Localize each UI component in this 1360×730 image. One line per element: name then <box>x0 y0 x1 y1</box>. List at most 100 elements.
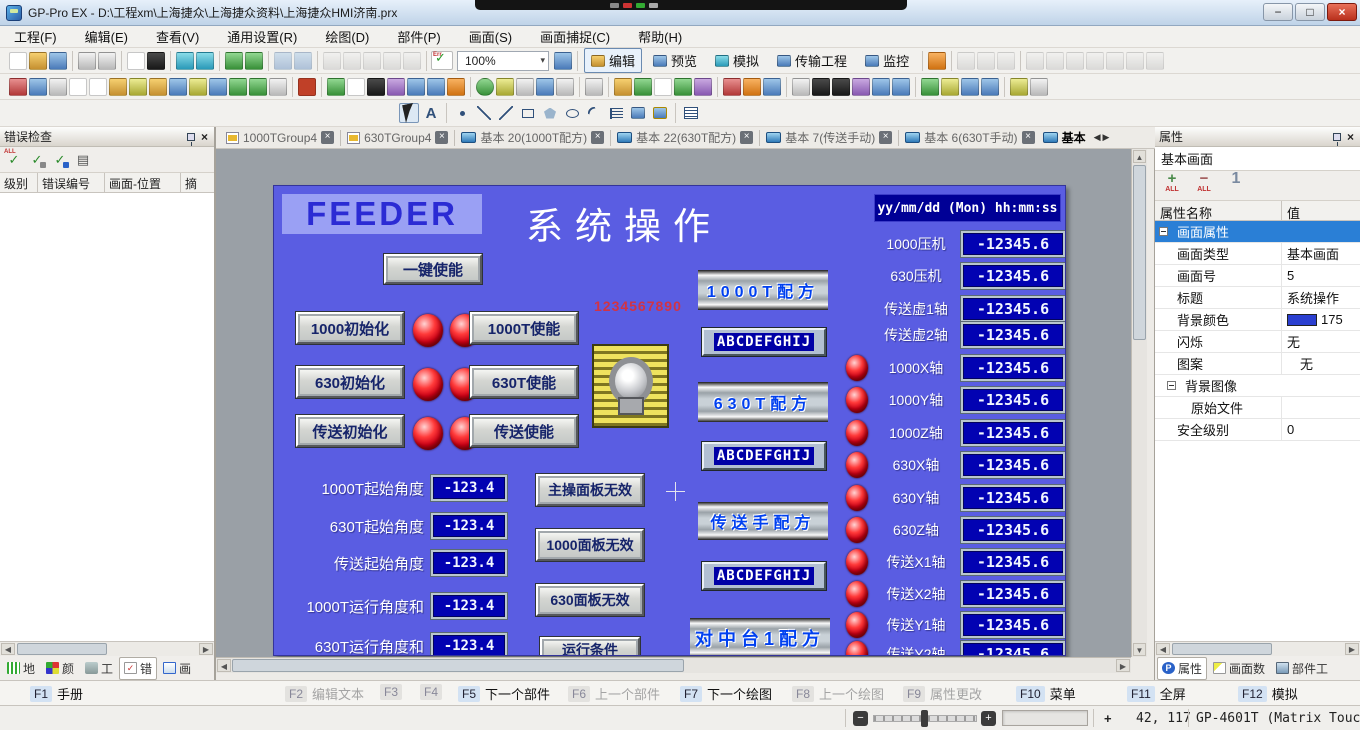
preview-image-icon[interactable] <box>554 52 572 70</box>
close-button[interactable]: × <box>1327 3 1357 21</box>
copy-icon[interactable] <box>343 52 361 70</box>
fkey-f7[interactable]: F7下一个绘图 <box>680 684 772 703</box>
table-tool-icon[interactable] <box>681 103 701 123</box>
property-row-background-color[interactable]: 背景颜色 175 <box>1155 309 1360 331</box>
grid-icon[interactable] <box>556 78 574 96</box>
time-settings-icon[interactable] <box>169 78 187 96</box>
scroll-right-icon[interactable]: ▶ <box>199 643 213 655</box>
scroll-left-icon[interactable]: ◀ <box>1156 643 1170 655</box>
screen-capture-icon[interactable] <box>147 52 165 70</box>
numeric-display[interactable]: -12345.6 <box>960 230 1066 258</box>
enable-1000t-button[interactable]: 1000T使能 <box>470 312 578 344</box>
tab-error[interactable]: ✓错 <box>119 657 157 680</box>
global-search-1-icon[interactable] <box>229 78 247 96</box>
collapse-icon[interactable] <box>1167 381 1176 390</box>
tab-base7[interactable]: 基本 7(传送手动)× <box>762 127 896 148</box>
property-row[interactable]: 画面类型基本画面 <box>1155 243 1360 265</box>
error-check-icon[interactable]: Err✓ <box>431 51 453 70</box>
close-tab-icon[interactable]: × <box>740 131 753 144</box>
menu-view[interactable]: 查看(V) <box>142 24 213 49</box>
symbol-jar-icon[interactable] <box>149 78 167 96</box>
run-condition-button[interactable]: 运行条件 <box>540 637 640 656</box>
fkey-f1[interactable]: F1手册 <box>30 684 83 703</box>
minimize-button[interactable]: − <box>1263 3 1293 21</box>
parts-list-icon[interactable] <box>49 78 67 96</box>
check-all-icon[interactable]: ALL✓ <box>4 150 24 169</box>
rotate-icon[interactable] <box>1066 52 1084 70</box>
numeric-display[interactable]: -12345.6 <box>960 611 1066 639</box>
zoom-in-button[interactable]: + <box>981 711 996 726</box>
property-row[interactable]: 闪烁无 <box>1155 331 1360 353</box>
calendar-icon[interactable] <box>536 78 554 96</box>
ellipse-tool-icon[interactable] <box>562 103 582 123</box>
canvas-vscrollbar[interactable]: ▲ ▼ <box>1131 149 1147 657</box>
close-tab-icon[interactable]: × <box>321 131 334 144</box>
panel-1000-invalid-button[interactable]: 1000面板无效 <box>536 529 644 561</box>
property-row-screen-attributes[interactable]: 画面属性 <box>1155 221 1360 243</box>
init-transfer-button[interactable]: 传送初始化 <box>296 415 404 447</box>
editor-canvas[interactable]: FEEDER 系统操作 yy/mm/dd (Mon) hh:mm:ss 一键使能… <box>216 149 1131 657</box>
tab-address[interactable]: 地 <box>2 657 40 680</box>
indicator-lamp-widget[interactable] <box>592 344 669 428</box>
init-630-button[interactable]: 630初始化 <box>296 366 404 398</box>
scroll-left-icon[interactable]: ◀ <box>217 659 231 672</box>
scroll-left-icon[interactable]: ◀ <box>1 643 15 655</box>
menu-parts[interactable]: 部件(P) <box>383 24 454 49</box>
numeric-display[interactable]: -12345.6 <box>960 548 1066 576</box>
property-row[interactable]: 原始文件 <box>1155 397 1360 419</box>
fkey-f4[interactable]: F4 <box>420 684 447 700</box>
gauge-left-icon[interactable] <box>1086 52 1104 70</box>
mode-preview-button[interactable]: 预览 <box>646 48 704 73</box>
print-preview-icon[interactable] <box>98 52 116 70</box>
pie-3d-icon[interactable] <box>674 78 692 96</box>
fkey-f8[interactable]: F8上一个绘图 <box>792 684 884 703</box>
align-vertical-icon[interactable] <box>1046 52 1064 70</box>
torch-icon[interactable] <box>447 78 465 96</box>
tab-base20[interactable]: 基本 20(1000T配方)× <box>457 127 608 148</box>
address-block-icon[interactable] <box>9 78 27 96</box>
select-tool-icon[interactable] <box>399 103 419 123</box>
collapse-icon[interactable] <box>1159 227 1168 236</box>
green-ball-icon[interactable] <box>476 78 494 96</box>
numeric-display[interactable]: -12345.6 <box>960 516 1066 544</box>
recipe-centering-button[interactable]: 对中台1配方 <box>690 618 830 656</box>
numeric-display[interactable]: -123.4 <box>430 474 508 502</box>
line-chart-icon[interactable] <box>654 78 672 96</box>
scroll-thumb[interactable] <box>17 643 107 655</box>
camera-icon[interactable] <box>832 78 850 96</box>
key-icon[interactable] <box>109 78 127 96</box>
close-icon[interactable]: × <box>1347 130 1354 144</box>
picture-display-icon[interactable] <box>892 78 910 96</box>
init-1000-button[interactable]: 1000初始化 <box>296 312 404 344</box>
security-icon[interactable] <box>129 78 147 96</box>
menu-edit[interactable]: 编辑(E) <box>71 24 142 49</box>
tab-base22[interactable]: 基本 22(630T配方)× <box>613 127 757 148</box>
window-special-icon[interactable] <box>941 78 959 96</box>
numeric-display[interactable]: -12345.6 <box>960 262 1066 290</box>
numeric-display[interactable]: -123.4 <box>430 549 508 577</box>
flip-object-icon[interactable] <box>127 52 145 70</box>
scroll-thumb[interactable] <box>1172 643 1272 655</box>
error-list-icon[interactable]: ▤ <box>73 150 93 169</box>
fkey-f3[interactable]: F3 <box>380 684 407 700</box>
numeric-display[interactable]: -12345.6 <box>960 321 1066 349</box>
radar-chart-icon[interactable] <box>694 78 712 96</box>
numeric-display[interactable]: -12345.6 <box>960 640 1066 656</box>
property-row[interactable]: 图案无 <box>1155 353 1360 375</box>
property-row[interactable]: 画面号5 <box>1155 265 1360 287</box>
hand-switch-icon[interactable] <box>1010 78 1028 96</box>
menu-help[interactable]: 帮助(H) <box>624 24 696 49</box>
dot-tool-icon[interactable] <box>452 103 472 123</box>
numeric-display[interactable]: -123.4 <box>430 632 508 656</box>
scroll-thumb[interactable] <box>232 659 684 672</box>
maximize-button[interactable]: □ <box>1295 3 1325 21</box>
new-icon[interactable] <box>9 52 27 70</box>
numeric-display[interactable]: -12345.6 <box>960 451 1066 479</box>
mode-edit-button[interactable]: 编辑 <box>584 48 642 73</box>
image-screen-icon[interactable] <box>650 103 670 123</box>
tab-parts-toolbox[interactable]: 部件工 <box>1271 657 1333 680</box>
arc-tool-icon[interactable] <box>584 103 604 123</box>
menu-project[interactable]: 工程(F) <box>0 24 71 49</box>
bulb-icon[interactable] <box>496 78 514 96</box>
enable-all-button[interactable]: 一键使能 <box>384 254 482 284</box>
